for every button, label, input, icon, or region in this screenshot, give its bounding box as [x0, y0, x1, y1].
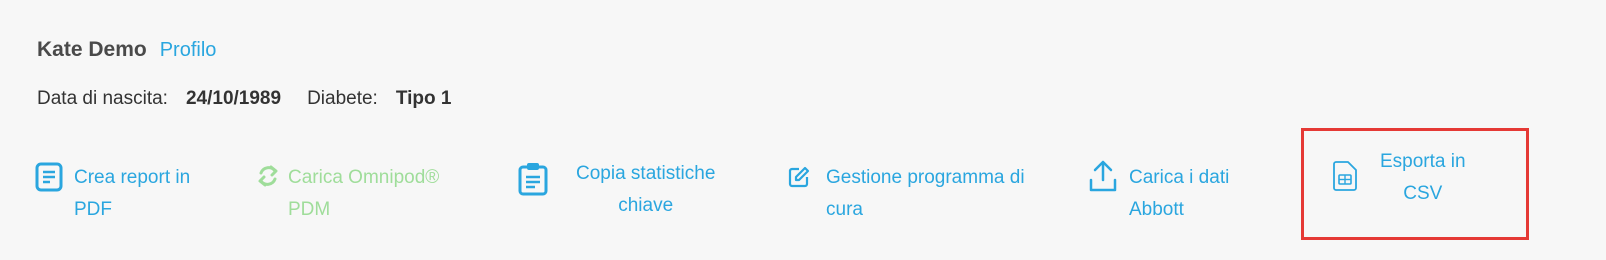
clipboard-icon — [518, 162, 548, 196]
profile-link[interactable]: Profilo — [160, 39, 217, 62]
document-icon — [35, 162, 63, 192]
diabetes-label: Diabete: — [307, 88, 378, 109]
copy-stats-line2: chiave — [618, 195, 674, 216]
omnipod-line1: Carica Omnipod® — [288, 167, 440, 188]
pdf-report-line2: PDF — [74, 199, 112, 220]
abbott-line1: Carica i dati — [1129, 167, 1230, 188]
dob-value: 24/10/1989 — [185, 88, 282, 109]
highlight-box — [1301, 128, 1529, 240]
manage-care-program-button[interactable]: Gestione programma di cura — [788, 162, 1025, 226]
patient-header: Kate Demo Profilo — [37, 38, 216, 62]
patient-info: Data di nascita: 24/10/1989 Diabete: Tip… — [37, 88, 477, 110]
create-pdf-report-button[interactable]: Crea report in PDF — [35, 162, 190, 226]
upload-icon — [1089, 160, 1117, 192]
copy-key-statistics-button[interactable]: Copia statistiche chiave — [518, 162, 715, 222]
dob-label: Data di nascita: — [37, 88, 168, 109]
copy-stats-line1: Copia statistiche — [576, 163, 716, 184]
diabetes-value: Tipo 1 — [395, 88, 452, 109]
omnipod-line2: PDM — [288, 199, 331, 220]
patient-name: Kate Demo — [37, 38, 147, 61]
sync-icon — [256, 162, 280, 190]
care-program-line2: cura — [826, 199, 863, 220]
abbott-line2: Abbott — [1129, 199, 1184, 220]
care-program-line1: Gestione programma di — [826, 167, 1025, 188]
pdf-report-line1: Crea report in — [74, 167, 191, 188]
upload-abbott-data-button[interactable]: Carica i dati Abbott — [1089, 160, 1229, 226]
edit-icon — [788, 166, 810, 188]
upload-omnipod-button[interactable]: Carica Omnipod® PDM — [256, 162, 439, 226]
